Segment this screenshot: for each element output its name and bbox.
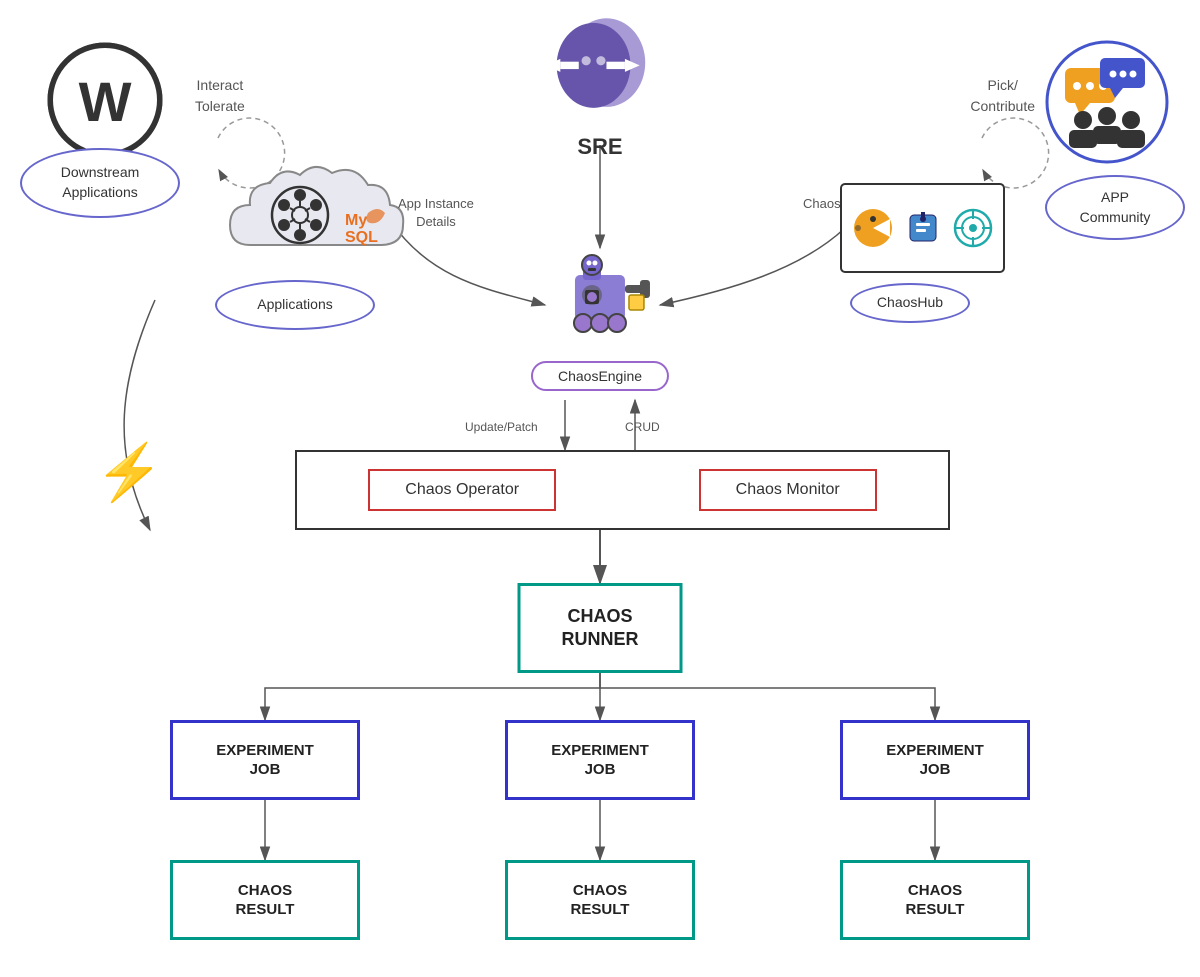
experiment-job-left: EXPERIMENT JOB (170, 720, 360, 800)
chaoshub-icon3 (952, 207, 994, 249)
sre-icon (540, 10, 660, 130)
chaos-runner-box: CHAOS RUNNER (518, 583, 683, 673)
interact-tolerate-text: Interact Tolerate (195, 75, 245, 117)
operator-monitor-box: Chaos Operator Chaos Monitor (295, 450, 950, 530)
chaosengine-label: ChaosEngine (531, 361, 669, 391)
experiment-job-center: EXPERIMENT JOB (505, 720, 695, 800)
chaos-monitor-box: Chaos Monitor (699, 469, 877, 511)
chaosengine-robot-icon (545, 245, 655, 355)
wordpress-icon: W (45, 40, 165, 160)
crud-text: CRUD (625, 420, 660, 434)
chaoshub-icon2 (902, 207, 944, 249)
svg-text:W: W (79, 70, 132, 133)
chaoshub-ellipse: ChaosHub (850, 283, 970, 323)
lightning-icon: ⚡ (95, 440, 163, 505)
cloud-icon: My SQL (220, 155, 410, 275)
app-community-ellipse: APP Community (1045, 175, 1185, 240)
architecture-diagram: W Interact Tolerate Downstream Applicati… (0, 0, 1200, 977)
downstream-applications: Downstream Applications (20, 148, 180, 218)
chaoshub-icon-box (840, 183, 1005, 273)
app-community-label: APP Community (1045, 175, 1185, 240)
sre-container: SRE (535, 10, 665, 160)
wordpress-icon-container: W (45, 40, 165, 160)
svg-text:SQL: SQL (345, 229, 378, 246)
chaoshub-icon1 (852, 207, 894, 249)
cloud-container: My SQL (220, 155, 410, 275)
app-instance-text: App Instance Details (398, 195, 474, 231)
downstream-ellipse: Downstream Applications (20, 148, 180, 218)
chaos-result-center: CHAOS RESULT (505, 860, 695, 940)
chaos-runner-text: CHAOS RUNNER (561, 605, 638, 652)
chaosengine-container: ChaosEngine (531, 245, 669, 391)
app-community-icon (1045, 40, 1170, 165)
sre-label: SRE (577, 134, 622, 160)
experiment-job-right: EXPERIMENT JOB (840, 720, 1030, 800)
app-community-icon-container (1045, 40, 1170, 165)
applications-ellipse: Applications (215, 280, 375, 330)
applications-label: Applications (215, 280, 375, 330)
chaoshub-label: ChaosHub (850, 283, 970, 323)
update-patch-text: Update/Patch (465, 420, 538, 434)
chaos-operator-box: Chaos Operator (368, 469, 556, 511)
chaos-result-right: CHAOS RESULT (840, 860, 1030, 940)
pick-contribute-text: Pick/ Contribute (970, 75, 1035, 117)
svg-text:My: My (345, 212, 367, 229)
chaos-result-left: CHAOS RESULT (170, 860, 360, 940)
